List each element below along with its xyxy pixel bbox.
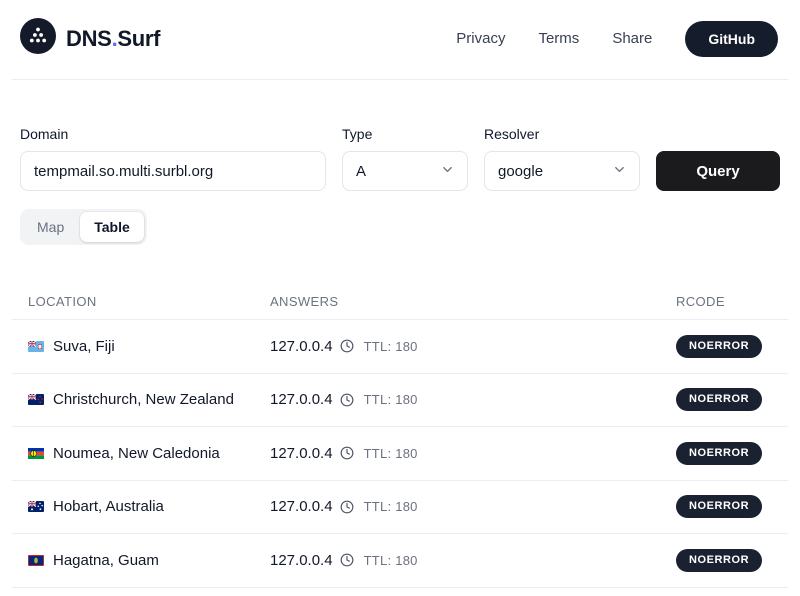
dns-surf-logo-icon <box>20 18 56 59</box>
answer-ip: 127.0.0.4 <box>270 391 333 408</box>
resolver-select[interactable]: google <box>484 151 640 191</box>
clock-icon[interactable] <box>340 339 354 353</box>
tab-map[interactable]: Map <box>23 212 78 242</box>
table-row: Suva, Fiji 127.0.0.4 TTL: 180 NOERROR <box>12 320 788 374</box>
page-title: DNS.Surf <box>66 26 160 52</box>
type-select-value: A <box>356 163 366 180</box>
guam-flag <box>28 555 44 566</box>
results-table: LOCATION ANSWERS RCODE Suva, Fiji 127.0.0… <box>12 283 788 588</box>
view-toggle: Map Table <box>20 209 147 245</box>
answer-ip: 127.0.0.4 <box>270 338 333 355</box>
domain-field-group: Domain <box>20 126 326 191</box>
column-header-answers: ANSWERS <box>270 294 676 309</box>
ttl-label: TTL: 180 <box>364 446 418 461</box>
rcode-badge: NOERROR <box>676 335 762 358</box>
chevron-down-icon <box>612 162 627 181</box>
query-form: Domain Type A Resolver google Query <box>20 126 780 191</box>
type-field-group: Type A <box>342 126 468 191</box>
brand-logo[interactable]: DNS.Surf <box>20 18 160 59</box>
nav-link-terms[interactable]: Terms <box>538 30 579 47</box>
chevron-down-icon <box>440 162 455 181</box>
github-button[interactable]: GitHub <box>685 21 778 57</box>
rcode-badge: NOERROR <box>676 549 762 572</box>
column-header-location: LOCATION <box>28 294 270 309</box>
domain-label: Domain <box>20 126 326 142</box>
type-select[interactable]: A <box>342 151 468 191</box>
new-caledonia-flag <box>28 448 44 459</box>
rcode-badge: NOERROR <box>676 388 762 411</box>
table-header-row: LOCATION ANSWERS RCODE <box>12 283 788 320</box>
ttl-label: TTL: 180 <box>364 392 418 407</box>
clock-icon[interactable] <box>340 446 354 460</box>
resolver-label: Resolver <box>484 126 640 142</box>
column-header-rcode: RCODE <box>676 294 772 309</box>
clock-icon[interactable] <box>340 553 354 567</box>
answer-ip: 127.0.0.4 <box>270 498 333 515</box>
table-row: Hobart, Australia 127.0.0.4 TTL: 180 NOERRO… <box>12 481 788 535</box>
location-label: Hobart, Australia <box>53 498 164 515</box>
answer-ip: 127.0.0.4 <box>270 445 333 462</box>
resolver-field-group: Resolver google <box>484 126 640 191</box>
type-label: Type <box>342 126 468 142</box>
table-row: Hagatna, Guam 127.0.0.4 TTL: 180 NOERROR <box>12 534 788 588</box>
query-button[interactable]: Query <box>656 151 780 191</box>
table-row: Christchurch, New Zealand 127.0.0.4 TTL: 1… <box>12 374 788 428</box>
rcode-badge: NOERROR <box>676 442 762 465</box>
location-label: Noumea, New Caledonia <box>53 445 220 462</box>
fiji-flag <box>28 341 44 352</box>
ttl-label: TTL: 180 <box>364 553 418 568</box>
nav-link-privacy[interactable]: Privacy <box>456 30 505 47</box>
domain-input[interactable] <box>20 151 326 191</box>
ttl-label: TTL: 180 <box>364 499 418 514</box>
nav-link-share[interactable]: Share <box>612 30 652 47</box>
rcode-badge: NOERROR <box>676 495 762 518</box>
clock-icon[interactable] <box>340 500 354 514</box>
ttl-label: TTL: 180 <box>364 339 418 354</box>
answer-ip: 127.0.0.4 <box>270 552 333 569</box>
location-label: Hagatna, Guam <box>53 552 159 569</box>
australia-flag <box>28 501 44 512</box>
resolver-select-value: google <box>498 163 543 180</box>
table-row: Noumea, New Caledonia 127.0.0.4 TTL: 180 NO… <box>12 427 788 481</box>
tab-table[interactable]: Table <box>80 212 144 242</box>
main-content: Domain Type A Resolver google Query Map <box>0 126 800 588</box>
clock-icon[interactable] <box>340 393 354 407</box>
header: DNS.Surf Privacy Terms Share GitHub <box>0 0 800 79</box>
table-body: Suva, Fiji127.0.0.4TTL: 180NOERRORChrist… <box>12 320 788 588</box>
header-divider <box>12 79 788 80</box>
location-label: Suva, Fiji <box>53 338 115 355</box>
top-nav: Privacy Terms Share GitHub <box>456 21 778 57</box>
new-zealand-flag <box>28 394 44 405</box>
location-label: Christchurch, New Zealand <box>53 391 234 408</box>
